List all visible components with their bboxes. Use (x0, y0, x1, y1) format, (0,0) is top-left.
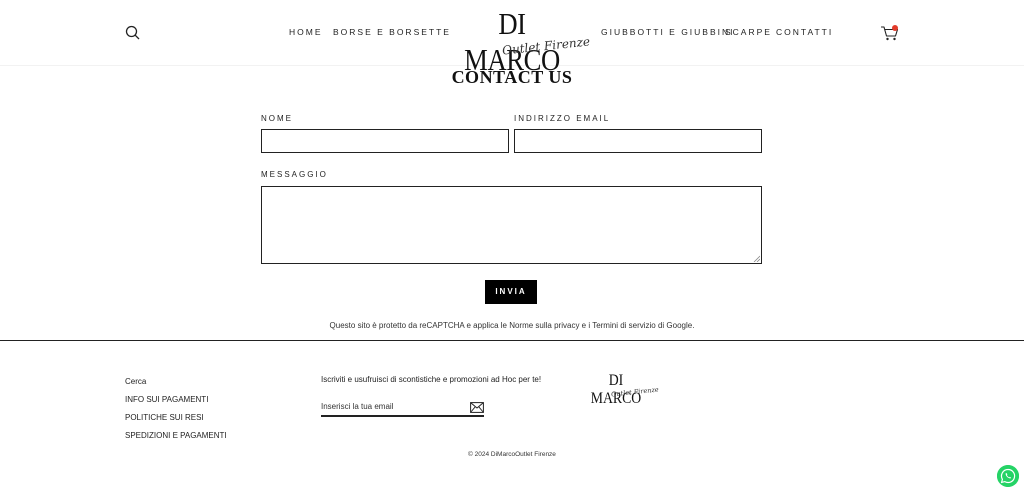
footer-link-spedizioni[interactable]: SPEDIZIONI E PAGAMENTI (125, 431, 227, 440)
search-icon[interactable] (124, 24, 142, 42)
email-input[interactable] (514, 129, 762, 153)
page-title: CONTACT US (451, 67, 573, 87)
envelope-icon[interactable] (470, 400, 484, 413)
footer-link-cerca[interactable]: Cerca (125, 377, 146, 386)
nav-borse-e-borsette[interactable]: BORSE E BORSETTE (333, 27, 451, 37)
nav-giubbotti-e-giubbini[interactable]: GIUBBOTTI E GIUBBINI (601, 27, 735, 37)
message-label: MESSAGGIO (261, 170, 328, 179)
name-input[interactable] (261, 129, 509, 153)
footer-divider (0, 340, 1024, 341)
nav-scarpe[interactable]: SCARPE (725, 27, 772, 37)
footer-logo[interactable]: DI MARCO Outlet Firenze (578, 372, 659, 407)
name-label: NOME (261, 114, 293, 123)
footer-link-politiche-resi[interactable]: POLITICHE SUI RESI (125, 413, 204, 422)
message-textarea[interactable] (261, 186, 762, 264)
whatsapp-icon[interactable] (997, 465, 1019, 487)
email-label: INDIRIZZO EMAIL (514, 114, 611, 123)
site-logo[interactable]: DI MARCO Outlet Firenze (440, 6, 590, 77)
resize-grip-icon[interactable] (753, 255, 760, 262)
newsletter-text: Iscriviti e usufruisci di scontistiche e… (321, 375, 542, 384)
nav-home[interactable]: HOME (289, 27, 323, 37)
recaptcha-notice: Questo sito è protetto da reCAPTCHA e ap… (329, 321, 695, 330)
newsletter-email-input[interactable] (321, 398, 484, 417)
footer-link-info-pagamenti[interactable]: INFO SUI PAGAMENTI (125, 395, 208, 404)
site-header: HOME BORSE E BORSETTE DI MARCO Outlet Fi… (0, 0, 1024, 77)
cart-badge (892, 25, 898, 31)
copyright: © 2024 DiMarcoOutlet Firenze (468, 451, 556, 458)
nav-contatti[interactable]: CONTATTI (776, 27, 833, 37)
submit-button[interactable]: INVIA (485, 280, 537, 304)
